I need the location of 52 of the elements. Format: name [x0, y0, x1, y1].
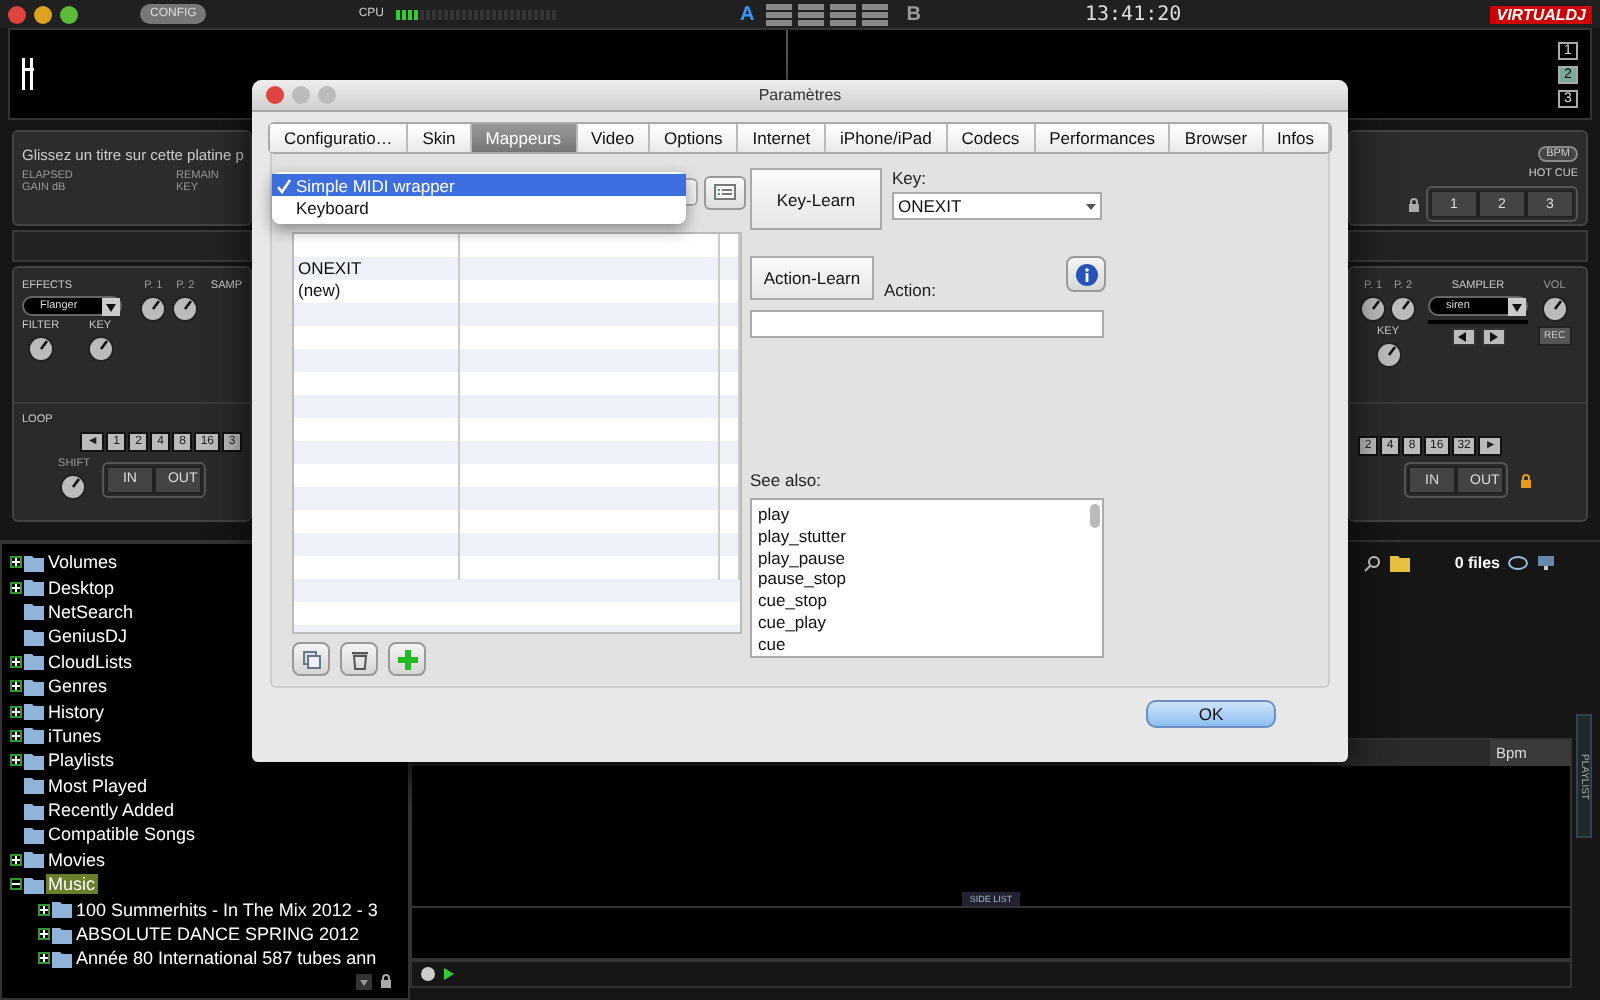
tree-item[interactable]: History	[46, 701, 107, 722]
tree-item[interactable]: iTunes	[46, 725, 104, 746]
menu-item[interactable]: Simple MIDI wrapper	[272, 174, 686, 196]
tab[interactable]: Browser	[1170, 124, 1264, 152]
tab[interactable]: Mappeurs	[471, 124, 578, 152]
table-cell[interactable]: ONEXIT	[294, 257, 460, 280]
tree-item[interactable]: Volumes	[46, 552, 120, 573]
tab[interactable]: iPhone/iPad	[826, 124, 948, 152]
tab[interactable]: Video	[577, 124, 651, 152]
tab[interactable]: Infos	[1263, 124, 1330, 152]
key-label: Key:	[892, 168, 927, 188]
table-cell[interactable]: (new)	[294, 280, 460, 303]
tree-item[interactable]: NetSearch	[46, 601, 136, 622]
action-learn-button[interactable]: Action-Learn	[750, 256, 874, 300]
deck-label: B	[906, 3, 921, 25]
list-item[interactable]: play_stutter	[758, 525, 846, 548]
list-item[interactable]: cue_stop	[758, 590, 846, 612]
tab[interactable]: Codecs	[947, 124, 1036, 152]
tab[interactable]: Performances	[1035, 124, 1171, 152]
tree-item[interactable]: Desktop	[46, 577, 117, 598]
tab[interactable]: Options	[650, 124, 739, 152]
tab[interactable]: Internet	[738, 124, 827, 152]
tab[interactable]: Skin	[408, 124, 472, 152]
tree-item[interactable]: Most Played	[46, 775, 150, 796]
menu-item[interactable]: Keyboard	[272, 196, 686, 218]
tree-item[interactable]: Genres	[46, 676, 110, 697]
tree-item[interactable]: Année 80 International 587 tubes ann	[74, 948, 379, 969]
file-count: 0 files	[1454, 553, 1500, 571]
tree-item[interactable]: CloudLists	[46, 651, 135, 672]
tree-item[interactable]: ABSOLUTE DANCE SPRING 2012	[74, 924, 362, 945]
key-learn-button[interactable]: Key-Learn	[750, 168, 882, 230]
dialog-title: Paramètres	[756, 86, 844, 104]
ok-button[interactable]: OK	[1146, 700, 1276, 728]
list-item[interactable]: pause_stop	[758, 568, 846, 591]
list-item[interactable]: cue_play	[758, 611, 846, 634]
deck-label: A	[740, 3, 755, 25]
tree-item[interactable]: Compatible Songs	[46, 824, 198, 845]
list-item[interactable]: cue	[758, 633, 846, 656]
tree-item[interactable]: Music	[46, 874, 98, 895]
tree-item[interactable]: GeniusDJ	[46, 626, 130, 647]
key-combo[interactable]: ONEXIT	[892, 192, 1102, 220]
see-also-label: See also:	[750, 470, 823, 490]
tree-item[interactable]: Recently Added	[46, 800, 177, 821]
list-item[interactable]: play	[758, 504, 846, 526]
tree-item[interactable]: Movies	[46, 849, 108, 870]
tree-item[interactable]: Playlists	[46, 750, 117, 771]
tree-item[interactable]: 100 Summerhits - In The Mix 2012 - 3	[74, 899, 380, 920]
app-logo: VIRTUALDJ	[1490, 5, 1592, 23]
action-label: Action:	[884, 280, 936, 300]
list-item[interactable]: play_pause	[758, 547, 846, 569]
clock: 13:41:20	[1084, 3, 1182, 25]
tab[interactable]: Configuratio…	[270, 124, 409, 152]
